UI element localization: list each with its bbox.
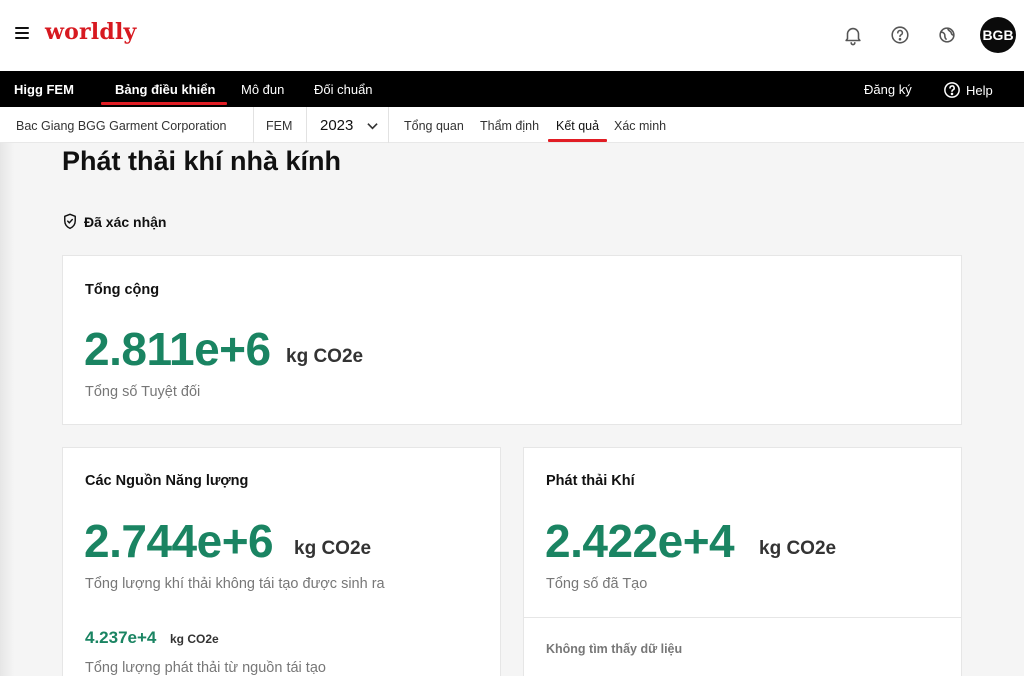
- gas-unit: kg CO2e: [759, 538, 837, 559]
- gas-caption: Tổng số đã Tạo: [546, 576, 648, 592]
- tab-assessment[interactable]: Thẩm định: [480, 119, 539, 133]
- help-icon: [944, 82, 960, 98]
- gas-value: 2.422e+4: [545, 515, 735, 567]
- module-label: FEM: [266, 119, 293, 133]
- tab-results[interactable]: Kết quả: [556, 119, 599, 133]
- energy-value: 2.744e+6: [84, 515, 274, 567]
- sub-navigation: Bac Giang BGG Garment Corporation FEM 20…: [0, 107, 1024, 143]
- nav-item-modules[interactable]: Mô đun: [241, 82, 284, 97]
- card-title: Các Nguồn Năng lượng: [85, 473, 249, 489]
- card-title: Phát thải Khí: [546, 473, 635, 489]
- help-label: Help: [966, 82, 993, 98]
- user-avatar[interactable]: BGB: [980, 17, 1016, 53]
- active-tab-underline: [548, 139, 607, 142]
- globe-icon[interactable]: [936, 24, 958, 46]
- active-nav-underline: [101, 102, 227, 105]
- chevron-down-icon[interactable]: [367, 122, 378, 130]
- organization-name: Bac Giang BGG Garment Corporation: [16, 119, 227, 133]
- shield-check-icon: [64, 213, 76, 230]
- help-link[interactable]: Help: [943, 81, 993, 99]
- bell-icon[interactable]: [842, 24, 864, 46]
- side-shadow: [0, 143, 14, 676]
- help-circle-icon[interactable]: [889, 24, 911, 46]
- signup-link[interactable]: Đăng ký: [864, 82, 912, 97]
- card-title: Tổng cộng: [85, 282, 160, 298]
- total-unit: kg CO2e: [286, 346, 364, 367]
- total-caption: Tổng số Tuyệt đối: [85, 384, 201, 400]
- page-title: Phát thải khí nhà kính: [62, 146, 342, 176]
- separator: [253, 107, 254, 143]
- energy-caption: Tổng lượng khí thải không tái tạo được s…: [85, 576, 385, 592]
- nav-item-dashboard[interactable]: Bảng điều khiển: [115, 82, 215, 97]
- energy-sources-card: Các Nguồn Năng lượng 2.744e+6 kg CO2e Tổ…: [62, 447, 501, 676]
- card-divider: [524, 617, 961, 618]
- nav-item-benchmark[interactable]: Đối chuẩn: [314, 82, 373, 97]
- worldly-logo[interactable]: worldly: [45, 19, 136, 45]
- product-name[interactable]: Higg FEM: [14, 82, 74, 97]
- separator: [306, 107, 307, 143]
- total-emissions-card: Tổng cộng 2.811e+6 kg CO2e Tổng số Tuyệt…: [62, 255, 962, 425]
- gas-emissions-card: Phát thải Khí 2.422e+4 kg CO2e Tổng số đ…: [523, 447, 962, 676]
- top-header: worldly BGB: [0, 0, 1024, 71]
- energy-unit: kg CO2e: [294, 538, 372, 559]
- hamburger-icon[interactable]: [15, 27, 29, 41]
- main-navigation: Higg FEM Bảng điều khiển Mô đun Đối chuẩ…: [0, 71, 1024, 107]
- verified-label: Đã xác nhận: [84, 213, 167, 230]
- separator: [388, 107, 389, 143]
- empty-state-message: Không tìm thấy dữ liệu: [546, 642, 683, 656]
- renewable-caption: Tổng lượng phát thải từ nguồn tái tạo: [85, 660, 326, 676]
- renewable-unit: kg CO2e: [170, 632, 219, 646]
- tab-verification[interactable]: Xác minh: [614, 119, 666, 133]
- year-select[interactable]: 2023: [320, 117, 353, 134]
- total-value: 2.811e+6: [84, 323, 271, 375]
- renewable-value: 4.237e+4: [85, 628, 157, 647]
- tab-overview[interactable]: Tổng quan: [404, 119, 464, 133]
- verified-status: Đã xác nhận: [62, 213, 166, 230]
